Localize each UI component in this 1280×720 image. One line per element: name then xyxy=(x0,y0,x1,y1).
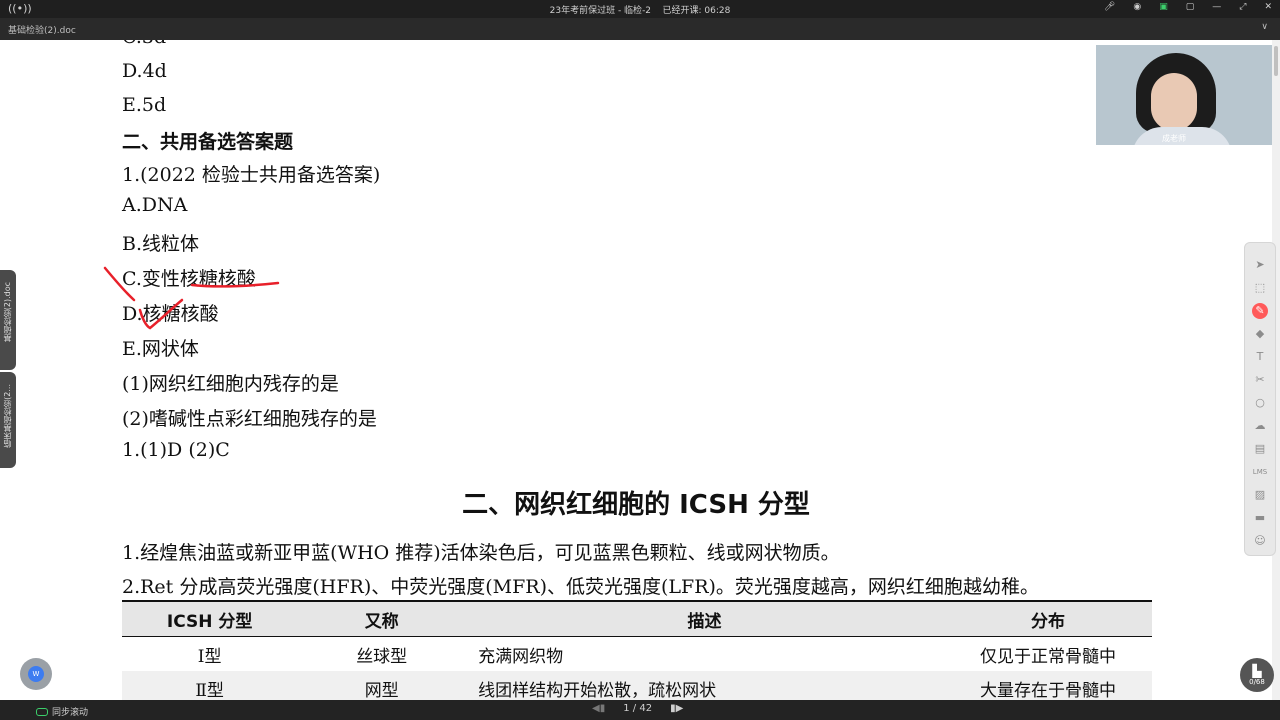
table-row: Ⅱ型 网型 线团样结构开始松散，疏松网状 大量存在于骨髓中 xyxy=(122,671,1152,700)
pen-icon[interactable]: ✎ xyxy=(1252,303,1268,319)
document-page: C.3d D.4d E.5d 二、共用备选答案题 1.(2022 检验士共用备选… xyxy=(0,40,1272,700)
wps-launcher[interactable]: W xyxy=(20,658,52,690)
class-timer: 已经开课: 06:28 xyxy=(662,6,731,16)
share-icon[interactable]: ▣ xyxy=(1159,2,1168,12)
side-tab-label: 临床基础检验(2... xyxy=(3,384,12,448)
sub-question-2: (2)嗜碱性点彩红细胞残存的是 xyxy=(122,408,377,430)
eraser-icon[interactable]: ◆ xyxy=(1252,326,1268,342)
section-title-shared-answers: 二、共用备选答案题 xyxy=(122,131,294,153)
sub-question-1: (1)网织红细胞内残存的是 xyxy=(122,373,339,395)
microphone-icon[interactable]: 🎤︎ xyxy=(1104,2,1115,12)
page-separator: / xyxy=(632,703,637,714)
total-pages: 42 xyxy=(639,703,653,714)
option-c: C.变性核糖核酸 xyxy=(122,268,256,290)
option-d-4d: D.4d xyxy=(122,60,167,82)
shape-icon[interactable]: ○ xyxy=(1252,395,1268,411)
chat-icon[interactable]: ▬ xyxy=(1252,510,1268,526)
side-tab-label: 基础检验(2).doc xyxy=(3,282,12,343)
paragraph-1: 1.经煌焦油蓝或新亚甲蓝(WHO 推荐)活体染色后，可见蓝黑色颗粒、线或网状物质… xyxy=(122,542,840,564)
table-cell: 充满网织物 xyxy=(478,646,564,667)
table-cell: Ⅰ型 xyxy=(197,646,222,667)
document-tab-bar: 基础检验(2).doc ∨ xyxy=(0,18,1280,40)
table-header: ICSH 分型 xyxy=(122,600,298,637)
table-cell: 网型 xyxy=(297,671,467,700)
paragraph-2: 2.Ret 分成高荧光强度(HFR)、中荧光强度(MFR)、低荧光强度(LFR)… xyxy=(122,576,1039,598)
text-icon[interactable]: T xyxy=(1252,349,1268,365)
speaker-name: 成老师 xyxy=(1162,134,1186,143)
people-icon[interactable]: ☺ xyxy=(1252,533,1268,549)
table-header-row: ICSH 分型 又称 描述 分布 xyxy=(122,600,1152,637)
section-heading: 二、网织红细胞的 ICSH 分型 xyxy=(462,490,810,520)
sync-scroll-label: 同步滚动 xyxy=(52,708,89,718)
side-tab-doc1[interactable]: 基础检验(2).doc xyxy=(0,270,16,370)
scissors-icon[interactable]: ✂ xyxy=(1252,372,1268,388)
table-header: 又称 xyxy=(297,600,467,637)
window-titlebar: ((•)) 23年考前保过班 - 临检-2 已经开课: 06:28 🎤︎ ◉ ▣… xyxy=(0,0,1280,18)
current-page: 1 xyxy=(623,703,630,714)
collapse-icon[interactable]: ∨ xyxy=(1261,22,1268,32)
restore-icon[interactable]: ⤢ xyxy=(1239,2,1246,12)
teacher-video: 成老师 xyxy=(1096,45,1272,145)
sync-scroll-toggle[interactable]: 同步滚动 xyxy=(36,705,88,718)
window-controls: 🎤︎ ◉ ▣ ▢ — ⤢ ✕ xyxy=(1104,2,1272,12)
wps-icon: W xyxy=(28,666,44,682)
document-tab[interactable]: 基础检验(2).doc xyxy=(8,23,76,36)
option-c-3d: C.3d xyxy=(122,40,166,48)
window-title-area: 23年考前保过班 - 临检-2 已经开课: 06:28 xyxy=(0,3,1280,16)
answer-line: 1.(1)D (2)C xyxy=(122,439,230,461)
select-icon[interactable]: ⬚ xyxy=(1252,280,1268,296)
table-cell: Ⅱ型 xyxy=(122,671,298,700)
layout-icon[interactable]: ▢ xyxy=(1186,2,1195,12)
scrollbar-thumb[interactable] xyxy=(1274,46,1278,76)
chart-icon: ▙ xyxy=(1252,664,1262,678)
option-e-5d: E.5d xyxy=(122,94,167,116)
edit-icon[interactable]: ▨ xyxy=(1252,487,1268,503)
table-header: 分布 xyxy=(943,600,1152,637)
cloud-icon[interactable]: ☁ xyxy=(1252,418,1268,434)
briefcase-icon[interactable]: ▤ xyxy=(1252,441,1268,457)
table-cell: 线团样结构开始松散，疏松网状 xyxy=(466,671,944,700)
toggle-icon xyxy=(36,707,48,716)
speaker-face xyxy=(1151,73,1197,131)
table-cell: 仅见于正常骨髓中 xyxy=(979,646,1116,667)
page-counter-badge[interactable]: ▙ 0/68 xyxy=(1240,658,1274,692)
option-b: B.线粒体 xyxy=(122,233,200,255)
table-row: Ⅰ型 丝球型 充满网织物 仅见于正常骨髓中 xyxy=(122,637,1152,672)
next-page-icon[interactable]: ▮▶ xyxy=(670,703,683,714)
page-counter: 0/68 xyxy=(1249,678,1265,686)
table-header: 描述 xyxy=(466,600,944,637)
close-icon[interactable]: ✕ xyxy=(1264,2,1272,12)
option-d: D.核糖核酸 xyxy=(122,303,219,325)
minimize-icon[interactable]: — xyxy=(1212,2,1221,12)
previous-page-icon[interactable]: ◀▮ xyxy=(592,703,605,714)
option-a: A.DNA xyxy=(122,194,188,216)
page-navigator: ◀▮ 1 / 42 ▮▶ xyxy=(592,703,683,714)
side-tab-doc2[interactable]: 临床基础检验(2... xyxy=(0,372,16,468)
bottom-bar: 同步滚动 ◀▮ 1 / 42 ▮▶ xyxy=(0,700,1280,720)
page-indicator: 1 / 42 xyxy=(623,703,652,714)
camera-icon[interactable]: ◉ xyxy=(1133,2,1141,12)
annotation-toolbar: ➤ ⬚ ✎ ◆ T ✂ ○ ☁ ▤ LMS ▨ ▬ ☺ xyxy=(1244,242,1276,556)
cursor-icon[interactable]: ➤ xyxy=(1252,257,1268,273)
question-title: 1.(2022 检验士共用备选答案) xyxy=(122,164,381,186)
table-cell: 大量存在于骨髓中 xyxy=(943,671,1152,700)
icsh-table: ICSH 分型 又称 描述 分布 Ⅰ型 丝球型 充满网织物 仅见于正常骨髓中 Ⅱ… xyxy=(122,600,1152,700)
lms-icon[interactable]: LMS xyxy=(1252,464,1268,480)
option-e: E.网状体 xyxy=(122,338,199,360)
window-title: 23年考前保过班 - 临检-2 xyxy=(549,6,652,16)
table-cell: 丝球型 xyxy=(356,646,408,667)
